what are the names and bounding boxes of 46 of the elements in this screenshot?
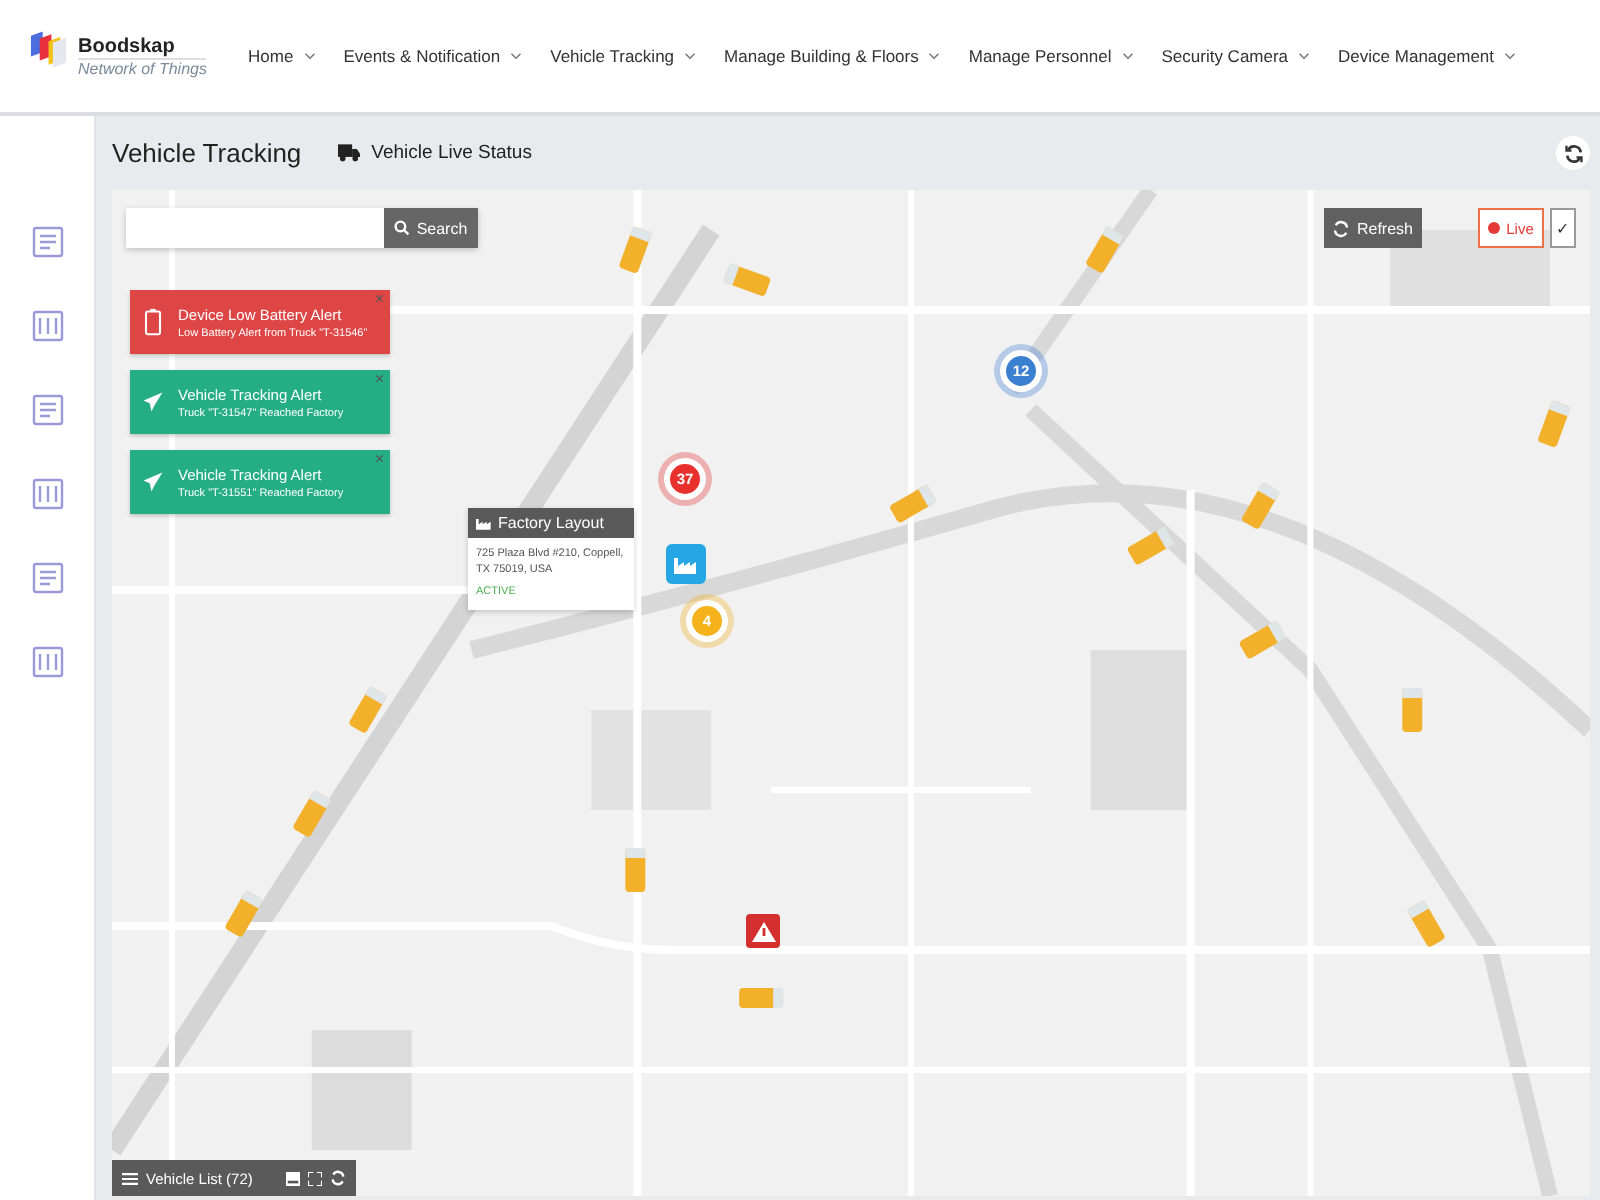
refresh-icon [1332, 219, 1351, 237]
popup-title: Factory Layout [498, 514, 604, 532]
paper-plane-icon [142, 388, 164, 416]
brand-name: Boodskap [78, 35, 177, 57]
warning-marker-icon[interactable] [746, 914, 780, 948]
nav-menu-item[interactable]: Manage Building & Floors [724, 46, 941, 66]
truck-icon[interactable] [1402, 688, 1423, 732]
minimize-icon[interactable] [286, 1171, 300, 1185]
sidebar-icon[interactable] [27, 222, 67, 262]
search-button[interactable]: Search [384, 208, 478, 248]
search-field[interactable] [126, 208, 384, 248]
chevron-down-icon [1298, 52, 1311, 60]
paper-plane-icon [142, 468, 164, 496]
truck-icon[interactable] [625, 848, 646, 892]
chevron-down-icon [928, 52, 941, 60]
list-icon [122, 1171, 138, 1185]
chevron-down-icon [510, 52, 523, 60]
chevron-down-icon [684, 52, 697, 60]
nav-menu-item[interactable]: Vehicle Tracking [550, 46, 697, 66]
truck-icon [337, 144, 360, 162]
sidebar-icon[interactable] [27, 390, 67, 430]
factory-marker-icon[interactable] [666, 544, 706, 584]
refresh-icon[interactable] [330, 1170, 346, 1186]
search-icon [394, 220, 411, 236]
page-subtitle: Vehicle Live Status [371, 142, 532, 164]
check-button[interactable]: ✓ [1550, 208, 1576, 248]
page-title: Vehicle Tracking [112, 138, 302, 168]
nav-menu-item[interactable]: Events & Notification [343, 46, 523, 66]
sidebar-icon[interactable] [27, 474, 67, 514]
sidebar-icon[interactable] [27, 306, 67, 346]
fullscreen-icon[interactable] [308, 1171, 322, 1185]
chevron-down-icon [1504, 52, 1517, 60]
nav-menu-item[interactable]: Device Management [1338, 46, 1517, 66]
refresh-icon[interactable] [1556, 136, 1590, 170]
factory-icon [476, 516, 492, 530]
nav-menu-item[interactable]: Home [248, 46, 316, 66]
truck-icon[interactable] [739, 988, 784, 1008]
nav-menu-item[interactable]: Manage Personnel [968, 46, 1134, 66]
chevron-down-icon [303, 52, 316, 60]
refresh-button[interactable]: Refresh [1324, 208, 1422, 248]
battery-icon [142, 308, 164, 336]
chevron-down-icon [1121, 52, 1134, 60]
brand-tagline: Network of Things [78, 57, 207, 77]
sidebar-icon[interactable] [27, 642, 67, 682]
sidebar-icon[interactable] [27, 558, 67, 598]
nav-menu-item[interactable]: Security Camera [1161, 46, 1311, 66]
